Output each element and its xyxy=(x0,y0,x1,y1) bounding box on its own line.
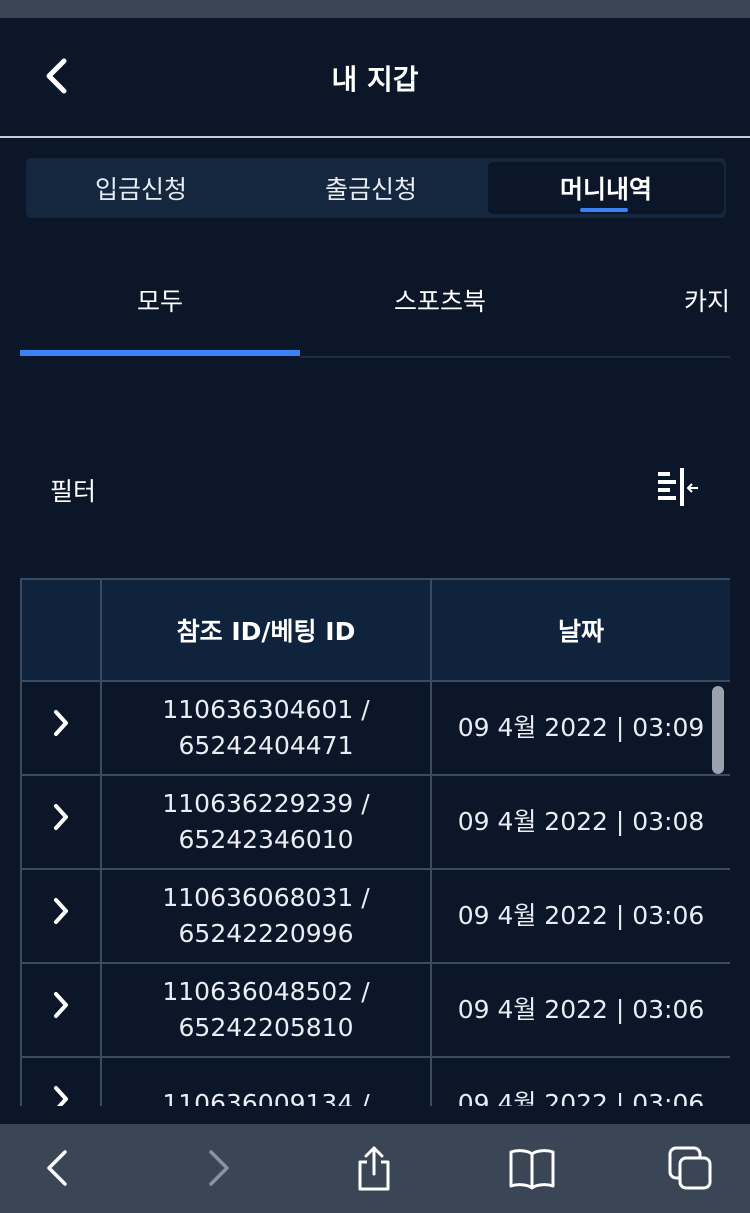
page-title: 내 지갑 xyxy=(331,63,419,96)
filter-label: 필터 xyxy=(50,477,97,506)
bet-id: 65242346010 xyxy=(178,825,354,854)
expand-row-button[interactable] xyxy=(20,868,102,964)
ref-id-cell: 110636048502 / 65242205810 xyxy=(100,962,432,1058)
app-header: 내 지갑 xyxy=(0,18,750,136)
chevron-right-icon xyxy=(54,1086,68,1106)
table-scrollbar[interactable] xyxy=(712,686,724,774)
expand-row-button[interactable] xyxy=(20,1056,102,1106)
share-icon xyxy=(358,1146,390,1191)
category-tabs: 모두 스포츠북 카지 xyxy=(20,262,730,358)
expand-row-button[interactable] xyxy=(20,680,102,776)
segment-deposit-request[interactable]: 입금신청 xyxy=(26,158,256,218)
back-icon xyxy=(47,1150,67,1186)
tab-casino[interactable]: 카지 xyxy=(684,282,730,318)
ref-id-cell: 110636304601 / 65242404471 xyxy=(100,680,432,776)
money-history-table: 참조 ID/베팅 ID 날짜 110636304601 / 65242404471… xyxy=(20,578,730,1106)
table-row[interactable]: 110636304601 / 65242404471 09 4월 2022 | 0… xyxy=(20,680,730,776)
filter-collapse-icon xyxy=(658,468,698,506)
date-cell: 09 4월 2022 | 03:06 xyxy=(430,868,730,964)
bet-id: 65242205810 xyxy=(178,1013,354,1042)
tabs-icon xyxy=(668,1146,712,1190)
table-row[interactable]: 110636068031 / 65242220996 09 4월 2022 | 0… xyxy=(20,868,730,964)
browser-share-button[interactable] xyxy=(344,1138,404,1198)
table-row[interactable]: 110636229239 / 65242346010 09 4월 2022 | 0… xyxy=(20,774,730,870)
segment-active-indicator xyxy=(580,208,628,212)
date-cell: 09 4월 2022 | 03:08 xyxy=(430,774,730,870)
tab-active-indicator xyxy=(20,350,300,356)
ref-id-cell: 110636229239 / 65242346010 xyxy=(100,774,432,870)
header-divider xyxy=(0,136,750,138)
table-header-row: 참조 ID/베팅 ID 날짜 xyxy=(20,578,730,682)
tab-sportsbook[interactable]: 스포츠북 xyxy=(300,282,580,318)
segment-withdraw-request[interactable]: 출금신청 xyxy=(256,158,486,218)
tab-all[interactable]: 모두 xyxy=(20,282,300,318)
bookmarks-icon xyxy=(509,1149,555,1190)
filter-button[interactable] xyxy=(654,466,700,510)
ref-id: 110636009134 / xyxy=(162,1089,370,1106)
bet-id: 65242404471 xyxy=(178,731,354,760)
browser-bookmarks-button[interactable] xyxy=(502,1138,562,1198)
date-cell: 09 4월 2022 | 03:06 xyxy=(430,1056,730,1106)
segment-money-history[interactable]: 머니내역 xyxy=(488,162,724,214)
browser-tabs-button[interactable] xyxy=(660,1138,720,1198)
chevron-right-icon xyxy=(54,804,68,830)
column-header-expand xyxy=(20,578,102,682)
ref-id: 110636304601 / xyxy=(162,695,370,724)
wallet-segment-control: 입금신청 출금신청 머니내역 xyxy=(26,158,726,218)
expand-row-button[interactable] xyxy=(20,774,102,870)
browser-toolbar xyxy=(0,1124,750,1213)
tab-divider xyxy=(300,356,730,358)
ref-id: 110636068031 / xyxy=(162,883,370,912)
forward-icon xyxy=(209,1150,229,1186)
segment-money-history-label: 머니내역 xyxy=(559,175,652,204)
ref-id: 110636048502 / xyxy=(162,977,370,1006)
bet-id: 65242220996 xyxy=(178,919,354,948)
ref-id-cell: 110636009134 / xyxy=(100,1056,432,1106)
table-row[interactable]: 110636009134 / 09 4월 2022 | 03:06 xyxy=(20,1056,730,1106)
browser-back-button[interactable] xyxy=(28,1138,88,1198)
ref-id-cell: 110636068031 / 65242220996 xyxy=(100,868,432,964)
status-strip xyxy=(0,0,750,18)
date-cell: 09 4월 2022 | 03:06 xyxy=(430,962,730,1058)
date-cell: 09 4월 2022 | 03:09 xyxy=(430,680,730,776)
column-header-ref-id: 참조 ID/베팅 ID xyxy=(100,578,432,682)
chevron-right-icon xyxy=(54,992,68,1018)
expand-row-button[interactable] xyxy=(20,962,102,1058)
chevron-right-icon xyxy=(54,898,68,924)
ref-id: 110636229239 / xyxy=(162,789,370,818)
table-row[interactable]: 110636048502 / 65242205810 09 4월 2022 | 0… xyxy=(20,962,730,1058)
column-header-date: 날짜 xyxy=(430,578,730,682)
browser-forward-button[interactable] xyxy=(188,1138,248,1198)
chevron-right-icon xyxy=(54,710,68,736)
